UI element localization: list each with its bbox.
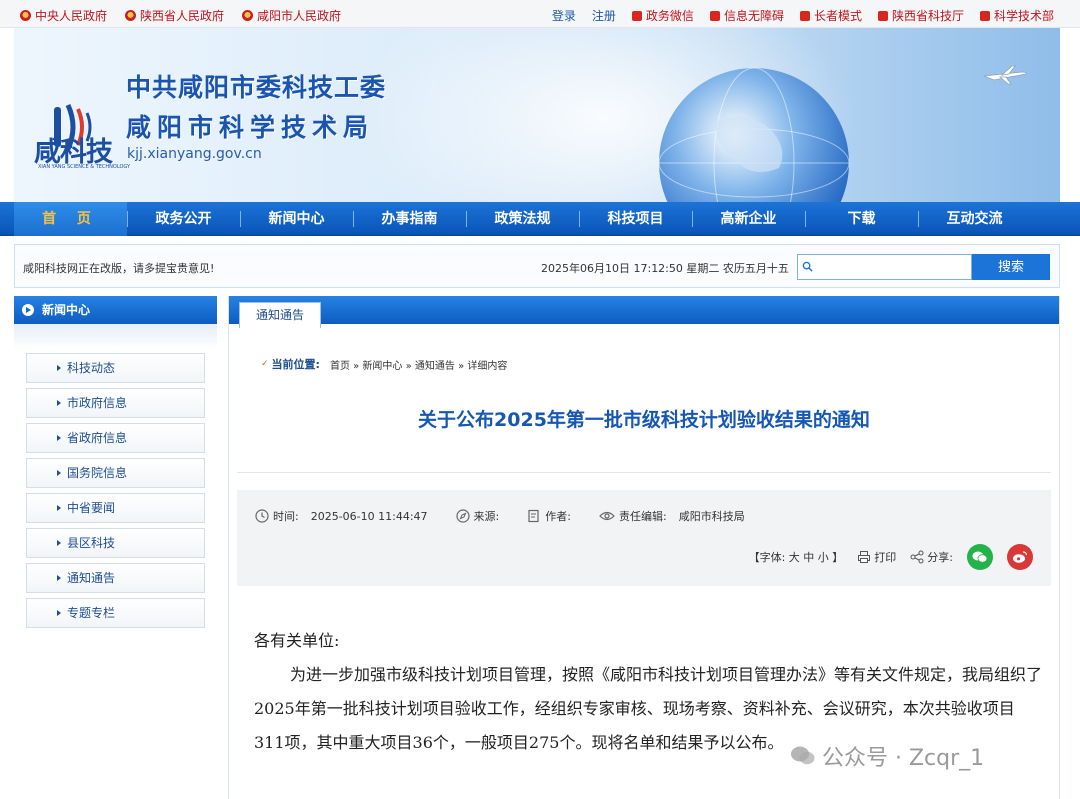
sidebar-item-notices[interactable]: 通知通告	[26, 563, 205, 593]
site-title-line2: 咸阳市科学技术局	[126, 113, 375, 142]
meta-time: 时间: 2025-06-10 11:44:47	[255, 508, 428, 524]
breadcrumb-path[interactable]: 首页 » 新闻中心 » 通知通告 » 详细内容	[330, 357, 507, 372]
top-utility-bar: 中央人民政府 陕西省人民政府 咸阳市人民政府 登录 注册 政务微信 信息无障碍 …	[0, 0, 1080, 28]
login-link[interactable]: 登录	[552, 7, 576, 24]
gov-link-shaanxi[interactable]: 陕西省人民政府	[125, 7, 224, 24]
nav-home[interactable]: 首 页	[14, 202, 127, 236]
accessibility-icon	[709, 10, 720, 21]
user-links: 登录 注册 政务微信 信息无障碍 长者模式 陕西省科技厅 科学技术部	[552, 7, 1054, 24]
wechat-share-icon[interactable]	[967, 544, 993, 570]
content-tab-bar: 通知通告	[229, 296, 1059, 328]
divider	[237, 472, 1051, 473]
globe-icon	[658, 67, 850, 202]
national-emblem-icon	[125, 10, 137, 21]
nav-policies[interactable]: 政策法规	[466, 202, 579, 236]
wechat-watermark: 公众号 · Zcqr_1	[790, 740, 984, 772]
share-icon	[910, 550, 924, 564]
printer-icon	[858, 551, 871, 563]
share-label: 分享:	[910, 549, 953, 565]
search-button[interactable]: 搜索	[972, 254, 1050, 280]
national-emblem-icon	[20, 10, 31, 21]
wechat-logo-icon	[791, 746, 815, 765]
sidebar-heading: 新闻中心	[14, 296, 217, 324]
search-icon	[802, 261, 813, 272]
sidebar-item-central-news[interactable]: 中省要闻	[26, 493, 205, 523]
arrow-circle-icon	[22, 304, 34, 316]
clock-icon	[255, 509, 269, 523]
sidebar-menu: 科技动态 市政府信息 省政府信息 国务院信息 中省要闻 县区科技 通知通告 专题…	[14, 350, 217, 628]
site-notice: 咸阳科技网正在改版，请多提宝贵意见!	[23, 262, 215, 275]
tab-notices[interactable]: 通知通告	[239, 302, 321, 328]
sidebar-item-state-council[interactable]: 国务院信息	[26, 458, 205, 488]
link-icon	[979, 10, 990, 21]
elder-mode-link[interactable]: 长者模式	[799, 7, 862, 24]
current-datetime: 2025年06月10日 17:12:50 星期二 农历五月十五	[541, 262, 789, 275]
article-meta: 时间: 2025-06-10 11:44:47 来源: 作者: 责任编辑: 咸阳…	[237, 490, 1051, 586]
sidebar-item-county-sci[interactable]: 县区科技	[26, 528, 205, 558]
elder-mode-icon	[799, 10, 810, 21]
link-icon	[877, 10, 888, 21]
breadcrumb-label: 当前位置:	[271, 358, 320, 371]
site-domain: kjj.xianyang.gov.cn	[127, 146, 262, 162]
breadcrumb: ✓ 当前位置: 首页 » 新闻中心 » 通知通告 » 详细内容	[261, 356, 507, 372]
nav-gov-affairs[interactable]: 政务公开	[127, 202, 240, 236]
airplane-icon	[983, 65, 1027, 85]
nav-interaction[interactable]: 互动交流	[918, 202, 1031, 236]
national-emblem-icon	[242, 10, 254, 21]
main-navigation: 首 页 政务公开 新闻中心 办事指南 政策法规 科技项目 高新企业 下载 互动交…	[0, 202, 1080, 236]
meta-author: 作者:	[527, 508, 571, 524]
compass-icon	[455, 509, 470, 523]
nav-news-center[interactable]: 新闻中心	[240, 202, 353, 236]
sidebar-item-special[interactable]: 专题专栏	[26, 598, 205, 628]
meta-source: 来源:	[455, 508, 499, 524]
nav-hightech[interactable]: 高新企业	[692, 202, 805, 236]
logo-subtext: XIAN YANG SCIENCE & TECHNOLOGY	[38, 164, 131, 170]
meta-editor: 责任编辑: 咸阳市科技局	[599, 508, 745, 524]
info-bar: 咸阳科技网正在改版，请多提宝贵意见! 2025年06月10日 17:12:50 …	[14, 244, 1060, 288]
sidebar: 新闻中心 科技动态 市政府信息 省政府信息 国务院信息 中省要闻 县区科技 通知…	[14, 296, 217, 636]
nav-service-guide[interactable]: 办事指南	[353, 202, 466, 236]
wechat-gov-link[interactable]: 政务微信	[631, 7, 694, 24]
sidebar-item-city-gov[interactable]: 市政府信息	[26, 388, 205, 418]
article-salutation: 各有关单位:	[254, 631, 340, 650]
gov-link-central[interactable]: 中央人民政府	[20, 7, 107, 24]
gov-link-xianyang[interactable]: 咸阳市人民政府	[242, 7, 341, 24]
nav-sci-projects[interactable]: 科技项目	[579, 202, 692, 236]
header-banner: 咸科技 XIAN YANG SCIENCE & TECHNOLOGY 中共咸阳市…	[14, 28, 1060, 202]
nav-downloads[interactable]: 下载	[805, 202, 918, 236]
accessibility-link[interactable]: 信息无障碍	[709, 7, 784, 24]
site-title-line1: 中共咸阳市委科技工委	[126, 73, 387, 102]
search-input[interactable]	[797, 254, 972, 280]
print-button[interactable]: 打印	[857, 549, 896, 565]
provincial-sci-link[interactable]: 陕西省科技厅	[877, 7, 964, 24]
eye-icon	[599, 511, 615, 521]
font-size-selector[interactable]: 【字体: 大 中 小 】	[749, 549, 844, 565]
sidebar-item-sci-news[interactable]: 科技动态	[26, 353, 205, 383]
ministry-sci-link[interactable]: 科学技术部	[979, 7, 1054, 24]
gov-links: 中央人民政府 陕西省人民政府 咸阳市人民政府	[20, 7, 341, 24]
edit-document-icon	[528, 509, 539, 523]
sidebar-item-province-gov[interactable]: 省政府信息	[26, 423, 205, 453]
register-link[interactable]: 注册	[592, 7, 616, 24]
weibo-share-icon[interactable]	[1007, 544, 1033, 570]
location-marker-icon: ✓	[261, 359, 269, 369]
article-title: 关于公布2025年第一批市级科技计划验收结果的通知	[418, 409, 870, 431]
wechat-icon	[631, 10, 642, 21]
